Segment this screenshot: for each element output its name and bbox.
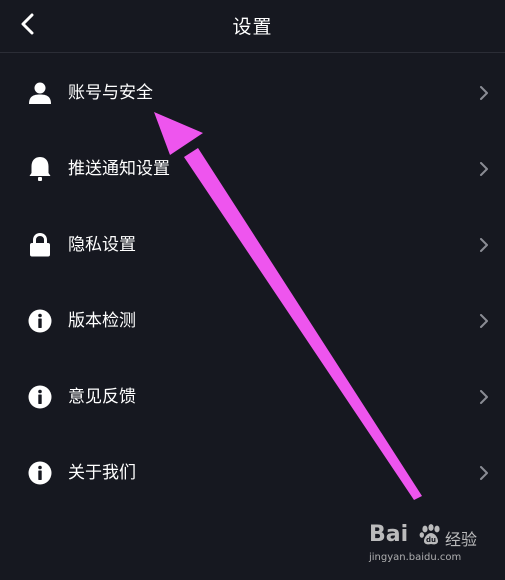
menu-item-label: 关于我们 [68,463,136,483]
page-title: 设置 [232,16,273,38]
paw-icon: du [419,524,440,545]
top-bar: 设置 [0,0,505,53]
menu-item-label: 隐私设置 [68,235,136,255]
chevron-right-icon [480,238,488,252]
menu-item-version-check[interactable]: 版本检测 [0,284,505,360]
user-icon [28,81,52,105]
settings-menu: 账号与安全 推送通知设置 隐私设置 版本检测 意见反馈 关于我们 [0,56,505,512]
bell-icon [28,157,52,181]
menu-item-account-security[interactable]: 账号与安全 [0,56,505,132]
info-icon [28,461,52,485]
lock-icon [28,233,52,257]
menu-item-label: 推送通知设置 [68,159,170,179]
menu-item-push-notifications[interactable]: 推送通知设置 [0,132,505,208]
menu-item-feedback[interactable]: 意见反馈 [0,360,505,436]
chevron-right-icon [480,162,488,176]
settings-screen: 设置 账号与安全 推送通知设置 隐私设置 版本检测 意见反馈 关于我们 Bai … [0,0,505,580]
menu-item-about-us[interactable]: 关于我们 [0,436,505,512]
chevron-right-icon [480,466,488,480]
watermark-url: jingyan.baidu.com [369,552,462,563]
info-icon [28,385,52,409]
info-icon [28,309,52,333]
watermark-logo: Bai [369,522,409,547]
watermark-logo-suffix: 经验 [445,530,478,549]
watermark: Bai du 经验 jingyan.baidu.com [369,522,487,570]
chevron-right-icon [480,86,488,100]
menu-item-label: 意见反馈 [68,387,136,407]
chevron-right-icon [480,390,488,404]
chevron-right-icon [480,314,488,328]
svg-text:du: du [426,536,436,544]
menu-item-label: 版本检测 [68,311,136,331]
menu-item-label: 账号与安全 [68,83,153,103]
menu-item-privacy[interactable]: 隐私设置 [0,208,505,284]
